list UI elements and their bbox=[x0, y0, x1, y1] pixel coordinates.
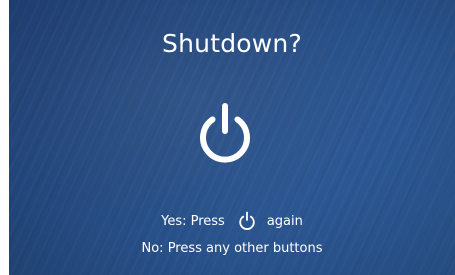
yes-prefix-text: Yes: Press bbox=[161, 213, 225, 229]
power-icon bbox=[239, 211, 255, 230]
yes-suffix-text: again bbox=[266, 213, 303, 229]
dialog-title: Shutdown? bbox=[162, 29, 302, 58]
no-instruction: No: Press any other buttons bbox=[141, 241, 323, 256]
power-icon bbox=[200, 103, 250, 163]
shutdown-screen: Shutdown? Yes: Press again No: Press any… bbox=[9, 0, 455, 275]
yes-instruction: Yes: Press again bbox=[9, 209, 455, 233]
